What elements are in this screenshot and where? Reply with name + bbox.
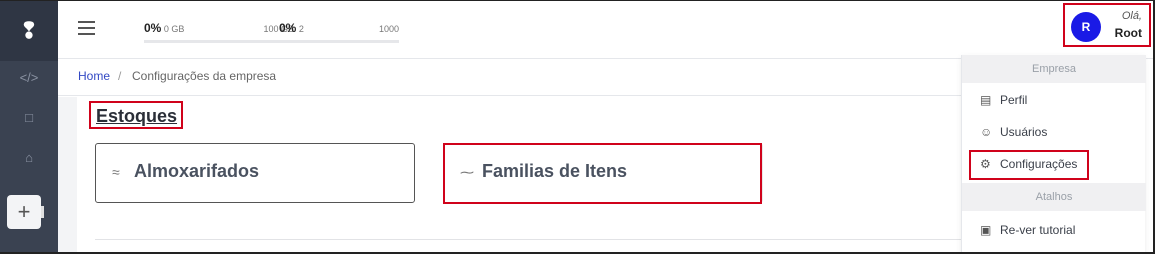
menu-header-atalhos: Atalhos — [962, 183, 1146, 211]
count-max: 1000 — [378, 24, 399, 34]
layers-icon: ≈ — [112, 164, 120, 180]
profile-icon: ▤ — [980, 93, 992, 107]
card-highlight — [443, 143, 762, 204]
breadcrumb-home-link[interactable]: Home — [78, 69, 110, 83]
storage-bar — [144, 40, 294, 43]
menu-item-perfil[interactable]: ▤ Perfil — [980, 93, 1027, 107]
user-icon: ☺ — [980, 125, 993, 139]
bell-icon[interactable]: ⌂ — [0, 139, 58, 175]
menu-item-label: Re-ver tutorial — [1000, 223, 1076, 237]
storage-percent: 0% — [144, 21, 162, 35]
card-label: Almoxarifados — [134, 161, 260, 181]
menu-item-tutorial[interactable]: ▣ Re-ver tutorial — [980, 223, 1075, 237]
section-title: Estoques — [96, 106, 178, 126]
sidebar-tab-indicator — [41, 206, 44, 218]
storage-current: 0 GB — [163, 24, 185, 34]
menu-item-usuarios[interactable]: ☺ Usuários — [980, 125, 1047, 139]
breadcrumb-current: Configurações da empresa — [132, 69, 277, 83]
count-meter: 0% 2 1000 — [279, 21, 399, 43]
document-icon[interactable]: □ — [0, 99, 58, 135]
count-current: 2 — [298, 24, 304, 34]
menu-item-label: Perfil — [1000, 93, 1028, 107]
breadcrumb-separator: / — [118, 69, 122, 83]
user-name: Root — [1114, 26, 1142, 40]
divider — [95, 239, 961, 240]
code-icon[interactable]: </> — [0, 59, 58, 95]
menu-header-empresa: Empresa — [962, 55, 1146, 83]
configuracoes-highlight — [969, 150, 1089, 180]
avatar: R — [1071, 12, 1101, 42]
greeting: Olá, — [1121, 10, 1142, 22]
add-button[interactable]: + — [7, 195, 41, 229]
menu-item-label: Usuários — [1000, 125, 1048, 139]
breadcrumb: Home / Configurações da empresa — [58, 59, 961, 96]
book-icon: ▣ — [980, 223, 992, 237]
logo[interactable]: ❢ — [0, 1, 58, 61]
count-bar — [279, 40, 399, 43]
card-almoxarifados[interactable]: ≈ Almoxarifados — [95, 143, 415, 203]
user-menu-button[interactable]: R Olá, Root — [1063, 3, 1151, 47]
menu-icon[interactable] — [78, 21, 95, 35]
left-sidebar: ❢ </> □ ⌂ + — [0, 1, 58, 252]
top-bar: 0% 0 GB 100 GB 0% 2 1000 — [58, 1, 1153, 59]
storage-meter: 0% 0 GB 100 GB — [144, 21, 294, 43]
count-percent: 0% — [279, 21, 297, 35]
